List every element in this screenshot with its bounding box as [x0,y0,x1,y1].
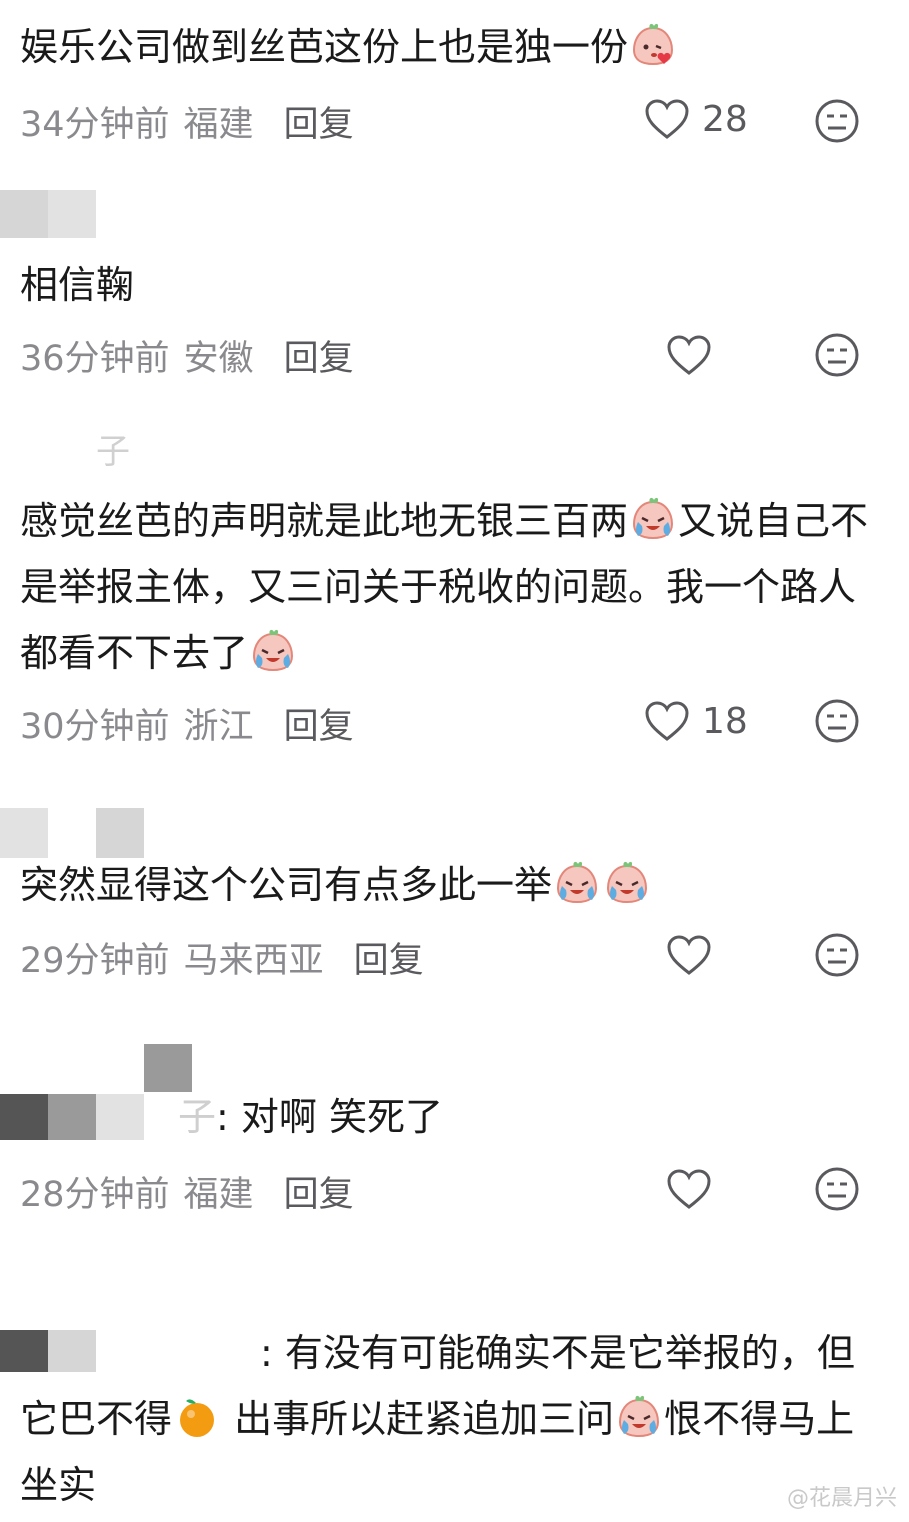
comment-meta-5: 28分钟前 福建 回复 [20,1166,354,1217]
heart-icon [667,335,711,375]
kiss-face-emoji [630,22,676,68]
like-button[interactable] [666,1168,712,1210]
comment-time: 28分钟前 [20,1175,170,1215]
username-blurred [0,190,96,238]
like-button[interactable] [666,334,712,376]
like-count: 28 [702,98,748,140]
crying-face-emoji [604,860,650,906]
comment-meta-2: 36分钟前 安徽 回复 [20,330,354,381]
comment-region: 马来西亚 [183,941,324,981]
heart-icon [645,99,689,139]
comment-region: 浙江 [183,707,254,747]
reply-button[interactable]: 回复 [354,941,424,981]
meh-face-icon [815,1167,859,1211]
reply-button[interactable]: 回复 [284,707,354,747]
crying-face-emoji [554,860,600,906]
dislike-button[interactable] [814,98,860,148]
reply-button[interactable]: 回复 [284,105,354,145]
like-count: 18 [702,700,748,742]
meh-face-icon [815,699,859,743]
comment-region: 福建 [183,105,254,145]
username-blurred [0,808,200,858]
watermark: @花晨月兴 [786,1486,897,1511]
comment-time: 36分钟前 [20,339,170,379]
dislike-button[interactable] [814,698,860,748]
dislike-button[interactable] [814,932,860,982]
comment-meta-3: 30分钟前 浙江 回复 [20,698,354,749]
dislike-button[interactable] [814,332,860,382]
comment-meta-4: 29分钟前 马来西亚 回复 [20,932,424,983]
meh-face-icon [815,933,859,977]
comment-text-1: 娱乐公司做到丝芭这份上也是独一份 [20,14,880,80]
like-button[interactable]: 18 [644,700,748,742]
comment-text-2: 相信鞠 [20,263,135,307]
like-button[interactable] [666,934,712,976]
comment-time: 29分钟前 [20,941,170,981]
meh-face-icon [815,333,859,377]
comment-text-6: : 有没有可能确实不是它举报的，但它巴不得 出事所以赶紧追加三问 恨不得马上坐实 [20,1331,855,1507]
heart-icon [645,701,689,741]
comment-time: 34分钟前 [20,105,170,145]
reply-button[interactable]: 回复 [284,339,354,379]
crying-face-emoji [250,628,296,674]
comment-meta-1: 34分钟前 福建 回复 [20,96,354,147]
heart-icon [667,935,711,975]
dislike-button[interactable] [814,1166,860,1216]
comment-text-3: 感觉丝芭的声明就是此地无银三百两 又说自己不是举报主体，又三问关于税收的问题。我一… [20,488,880,686]
comment-time: 30分钟前 [20,707,170,747]
comment-text-4: 突然显得这个公司有点多此一举 [20,852,880,918]
heart-icon [667,1169,711,1209]
crying-face-emoji [630,496,676,542]
like-button[interactable]: 28 [644,98,748,140]
comment-region: 福建 [183,1175,254,1215]
orange-emoji [174,1394,220,1440]
comment-region: 安徽 [183,339,254,379]
crying-face-emoji [616,1394,662,1440]
meh-face-icon [815,99,859,143]
reply-button[interactable]: 回复 [284,1175,354,1215]
username-blurred: 子 [96,432,130,472]
comment-text-5: 子: 对啊 笑死了 [177,1095,443,1139]
